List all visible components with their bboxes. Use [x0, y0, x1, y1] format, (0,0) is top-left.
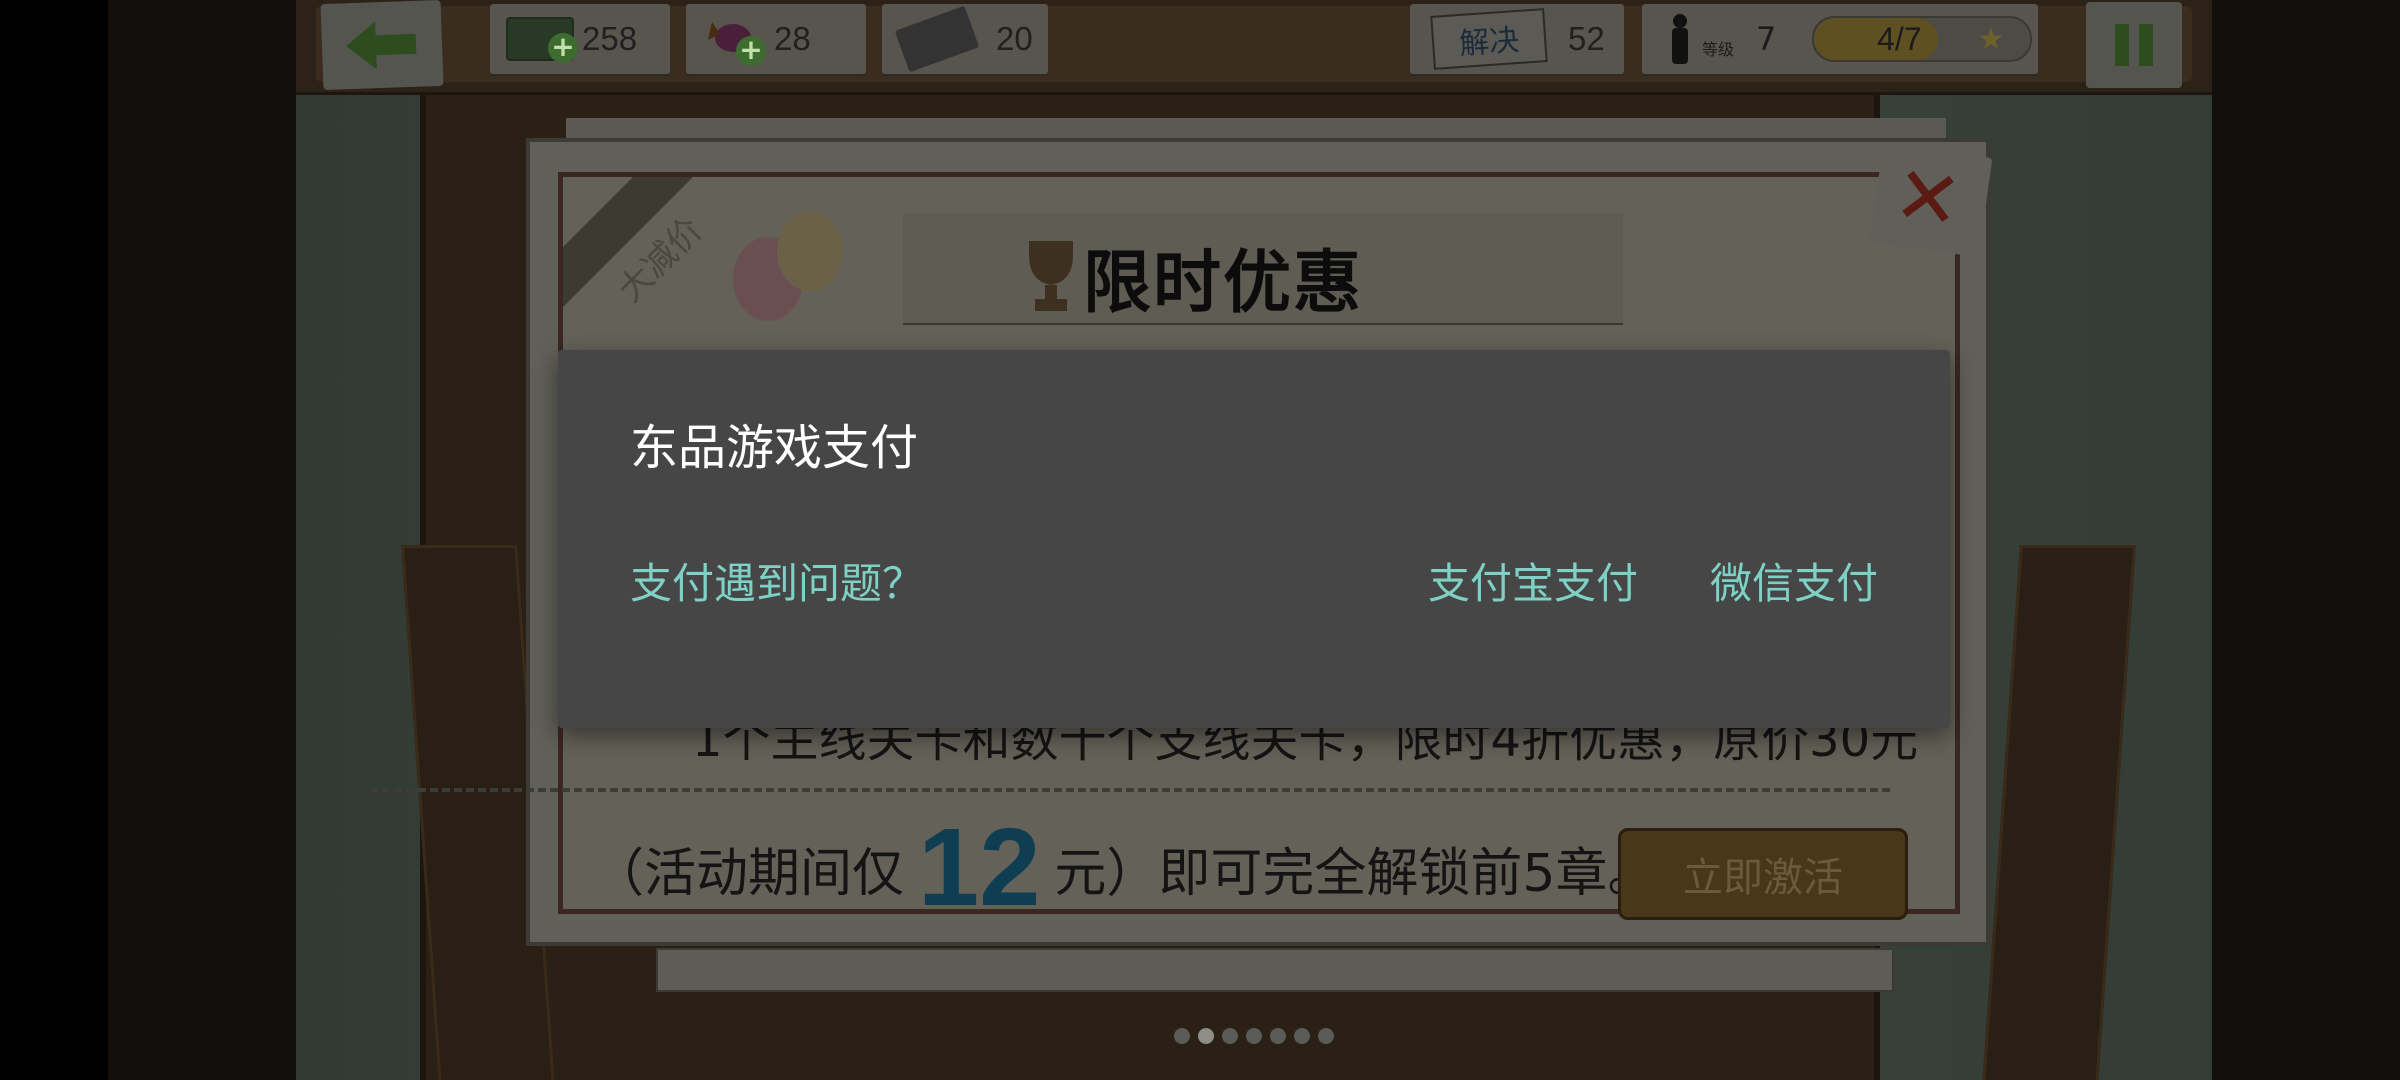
candy-counter[interactable]: + 28 [686, 4, 866, 74]
promo-offer: （活动期间仅 12 元）即可完全解锁前5章。 [592, 806, 1660, 929]
payment-dialog: 东品游戏支付 支付遇到问题？ 支付宝支付 微信支付 [558, 350, 1950, 728]
pause-button[interactable] [2086, 2, 2182, 88]
add-cash-icon: + [548, 33, 578, 63]
star-icon: ★ [1977, 22, 2005, 57]
solved-counter: 解决 52 [1410, 4, 1624, 74]
pause-icon [2115, 24, 2153, 66]
alipay-button[interactable]: 支付宝支付 [1428, 550, 1638, 611]
trophy-icon [1029, 241, 1073, 311]
page-dot [1294, 1028, 1310, 1044]
page-dot [1318, 1028, 1334, 1044]
level-progress-bar: 4/7 ★ [1812, 16, 2033, 62]
level-panel: 等级 7 4/7 ★ [1642, 4, 2038, 74]
promo-price: 12 [918, 806, 1041, 929]
activate-button[interactable]: 立即激活 [1618, 828, 1908, 920]
balloon [777, 211, 843, 291]
cash-counter[interactable]: + 258 [490, 4, 670, 74]
page-indicator [1174, 1028, 1334, 1044]
back-arrow-icon [346, 21, 417, 70]
dashed-divider [370, 788, 1890, 792]
wechat-pay-button[interactable]: 微信支付 [1710, 550, 1878, 611]
detective-icon [1672, 14, 1688, 64]
page-dot [1246, 1028, 1262, 1044]
letterbox-left-inner [108, 0, 296, 1080]
back-button[interactable] [320, 0, 444, 91]
letterbox-right [2212, 0, 2400, 1080]
page-dot [1198, 1028, 1214, 1044]
newspaper-counter: 20 [882, 4, 1048, 74]
letterbox-left [0, 0, 108, 1080]
top-hud: + 258 + 28 20 解决 52 等级 7 4/7 ★ [296, 0, 2212, 95]
add-candy-icon: + [736, 36, 766, 66]
cash-icon: + [506, 17, 578, 63]
newspaper-icon [894, 5, 980, 73]
solved-stamp: 解决 [1430, 8, 1548, 70]
page-dot [1270, 1028, 1286, 1044]
dialog-title: 东品游戏支付 [630, 420, 919, 476]
page-dot [1174, 1028, 1190, 1044]
candy-icon: + [706, 16, 766, 66]
page-dot [1222, 1028, 1238, 1044]
close-icon: ✕ [1888, 147, 1968, 249]
close-promo-button[interactable]: ✕ [1869, 142, 1993, 258]
sale-ribbon: 大减价 [563, 177, 723, 337]
promo-title: 限时优惠 [1083, 244, 1364, 323]
payment-help-link[interactable]: 支付遇到问题？ [630, 550, 924, 611]
